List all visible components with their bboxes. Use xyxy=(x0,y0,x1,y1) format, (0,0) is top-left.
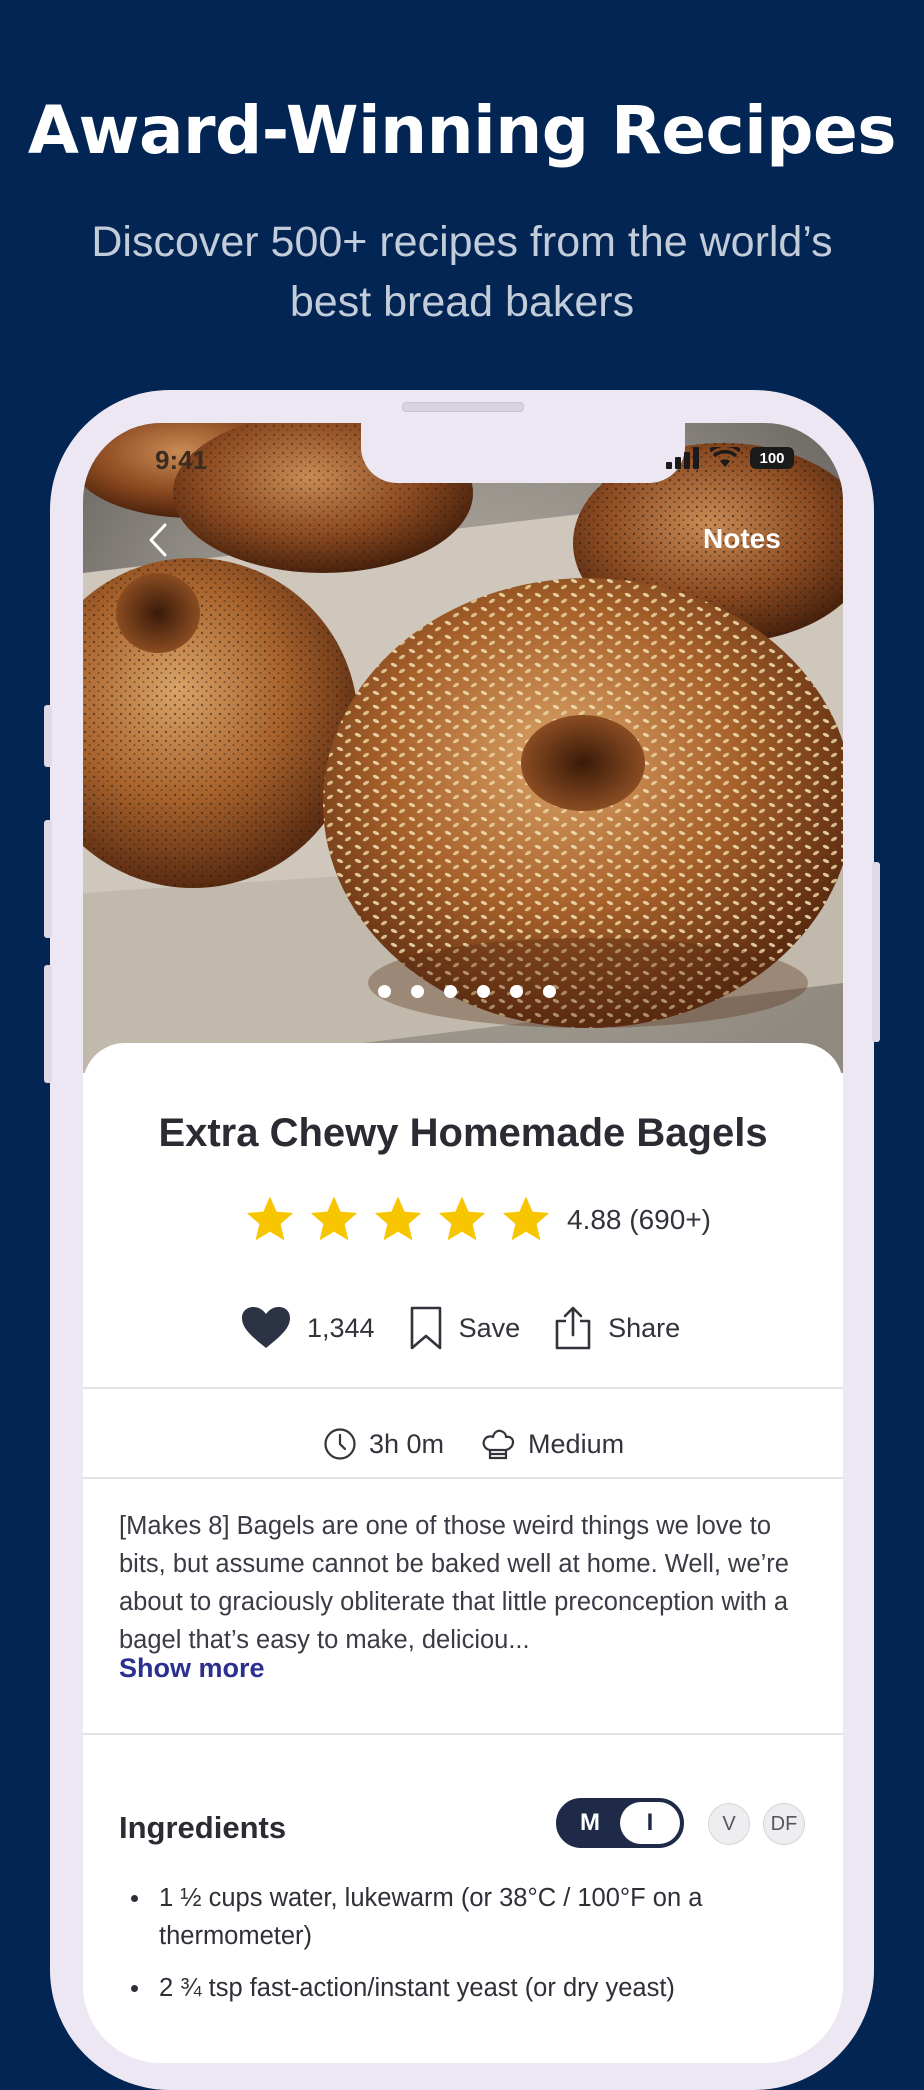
status-time: 9:41 xyxy=(155,445,208,475)
phone-volume-up xyxy=(44,820,52,938)
back-arrow-icon[interactable] xyxy=(143,517,173,563)
phone-side-button xyxy=(44,705,52,767)
chef-hat-icon xyxy=(482,1429,515,1460)
unit-imperial-option[interactable]: I xyxy=(620,1802,680,1844)
cook-time-label: 3h 0m xyxy=(369,1428,445,1459)
difficulty: Medium xyxy=(480,1426,624,1462)
image-pager[interactable] xyxy=(83,985,843,998)
pager-dot[interactable] xyxy=(411,985,424,998)
star-icon xyxy=(374,1196,422,1241)
save-label: Save xyxy=(458,1312,521,1343)
phone-volume-down xyxy=(44,965,52,1083)
star-icon xyxy=(502,1196,550,1241)
recipe-title: Extra Chewy Homemade Bagels xyxy=(158,1111,768,1155)
heart-icon xyxy=(242,1307,290,1348)
unit-metric-option[interactable]: M xyxy=(558,1800,622,1846)
promo-subheadline: Discover 500+ recipes from the world’s b… xyxy=(91,218,833,326)
dairy-free-chip[interactable]: DF xyxy=(763,1803,805,1845)
status-icons: 100 xyxy=(666,447,794,469)
pager-dot[interactable] xyxy=(444,985,457,998)
recipe-card: Extra Chewy Homemade Bagels 4.88 (690+) … xyxy=(83,1043,843,2063)
actions-row: 1,344 Save Share xyxy=(241,1305,714,1351)
pager-dot[interactable] xyxy=(477,985,490,998)
pager-dot[interactable] xyxy=(543,985,556,998)
recipe-photo[interactable]: 9:41 100 Notes xyxy=(83,423,843,1073)
rating-text: 4.88 (690+) xyxy=(567,1204,711,1235)
phone-screen: 9:41 100 Notes Extra Chewy Homemade Bage… xyxy=(83,423,843,2063)
speaker-grille xyxy=(402,402,524,412)
ingredient-item: 1 ½ cups water, lukewarm (or 38°C / 100°… xyxy=(119,1879,819,1955)
ingredient-item: 2 ¾ tsp fast-action/instant yeast (or dr… xyxy=(119,1969,819,2007)
battery-icon: 100 xyxy=(750,447,794,469)
clock-icon xyxy=(324,1428,356,1460)
bookmark-icon xyxy=(410,1306,441,1350)
share-label: Share xyxy=(608,1312,681,1343)
vegan-chip[interactable]: V xyxy=(708,1803,750,1845)
promo-headline: Award-Winning Recipes xyxy=(27,92,897,169)
cook-time: 3h 0m xyxy=(323,1427,444,1461)
divider xyxy=(83,1477,843,1479)
divider xyxy=(83,1733,843,1735)
show-more-link[interactable]: Show more xyxy=(119,1653,265,1684)
signal-icon xyxy=(666,447,699,469)
like-count: 1,344 xyxy=(307,1312,375,1343)
save-button[interactable]: Save xyxy=(409,1305,521,1351)
share-icon xyxy=(555,1306,591,1350)
ingredients-title: Ingredients xyxy=(119,1810,287,1845)
star-icon xyxy=(438,1196,486,1241)
like-button[interactable]: 1,344 xyxy=(241,1306,375,1350)
difficulty-label: Medium xyxy=(528,1428,625,1459)
pager-dot[interactable] xyxy=(510,985,523,998)
meta-row: 3h 0m Medium xyxy=(323,1426,660,1462)
star-icon xyxy=(310,1196,358,1241)
wifi-icon xyxy=(710,447,740,467)
recipe-description: [Makes 8] Bagels are one of those weird … xyxy=(119,1512,789,1654)
battery-level: 100 xyxy=(759,449,785,467)
notes-link[interactable]: Notes xyxy=(703,523,781,555)
unit-toggle[interactable]: M I xyxy=(556,1798,684,1848)
bagels-photo xyxy=(83,423,843,1073)
phone-power-button xyxy=(872,862,880,1042)
rating-row[interactable]: 4.88 (690+) xyxy=(243,1193,711,1247)
pager-dot[interactable] xyxy=(378,985,391,998)
phone-notch xyxy=(361,423,685,483)
divider xyxy=(83,1387,843,1389)
share-button[interactable]: Share xyxy=(554,1305,680,1351)
star-icon xyxy=(246,1196,294,1241)
